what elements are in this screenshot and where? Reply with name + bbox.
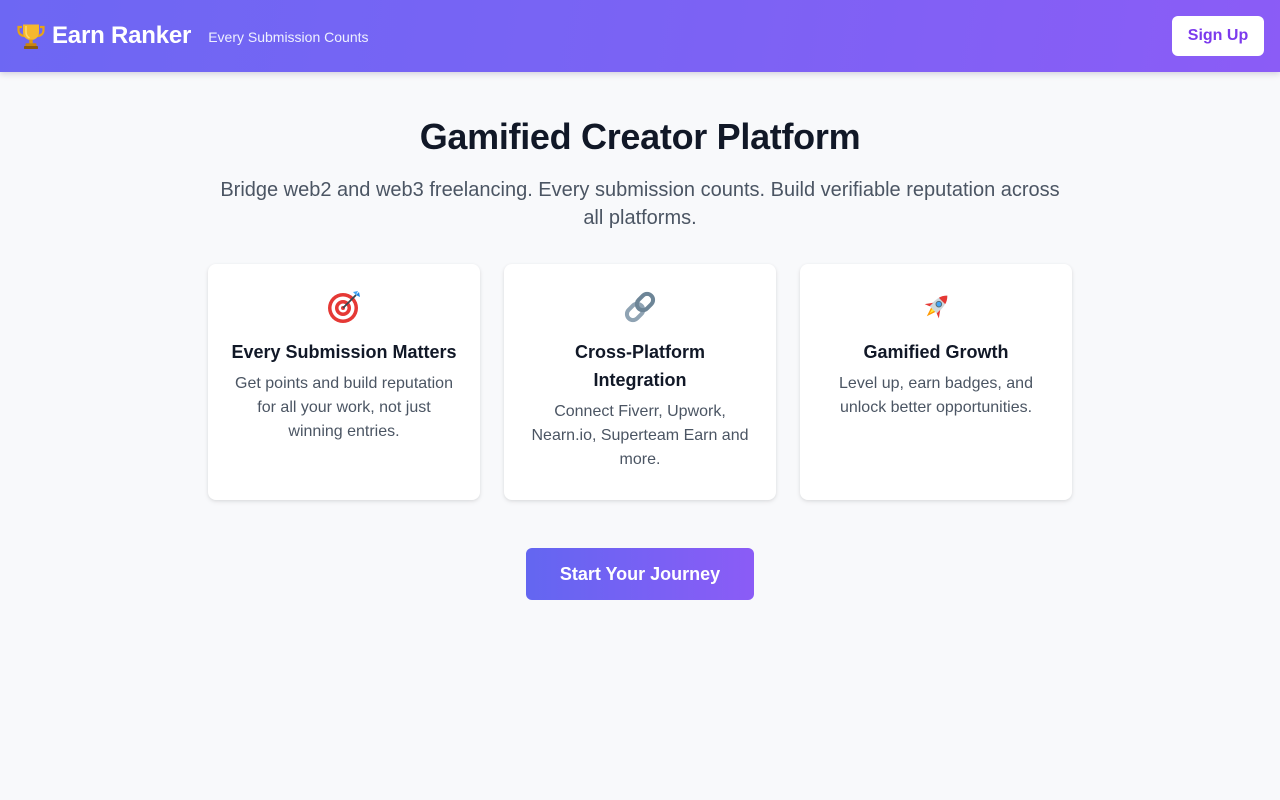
feature-card-cross-platform: Cross-Platform Integration Connect Fiver… xyxy=(504,264,776,500)
brand-tagline: Every Submission Counts xyxy=(208,29,369,45)
top-navbar: Earn Ranker Every Submission Counts Sign… xyxy=(0,0,1280,72)
page-title: Gamified Creator Platform xyxy=(419,116,861,157)
feature-description: Connect Fiverr, Upwork, Nearn.io, Supert… xyxy=(531,403,749,468)
brand[interactable]: Earn Ranker xyxy=(16,21,191,51)
target-icon xyxy=(326,289,362,325)
start-journey-button[interactable]: Start Your Journey xyxy=(526,548,754,600)
sign-up-button[interactable]: Sign Up xyxy=(1172,16,1264,56)
feature-title: Every Submission Matters xyxy=(231,342,457,362)
rocket-icon xyxy=(918,289,954,325)
brand-name: Earn Ranker xyxy=(52,22,192,49)
feature-title: Cross-Platform Integration xyxy=(574,342,706,390)
feature-title: Gamified Growth xyxy=(863,342,1009,362)
feature-description: Level up, earn badges, and unlock better… xyxy=(839,375,1033,416)
feature-card-gamified-growth: Gamified Growth Level up, earn badges, a… xyxy=(800,264,1072,500)
trophy-icon xyxy=(16,21,46,51)
link-icon xyxy=(622,289,658,325)
hero-subtitle: Bridge web2 and web3 freelancing. Every … xyxy=(220,179,1060,229)
feature-description: Get points and build reputation for all … xyxy=(235,375,453,440)
feature-card-every-submission: Every Submission Matters Get points and … xyxy=(208,264,480,500)
